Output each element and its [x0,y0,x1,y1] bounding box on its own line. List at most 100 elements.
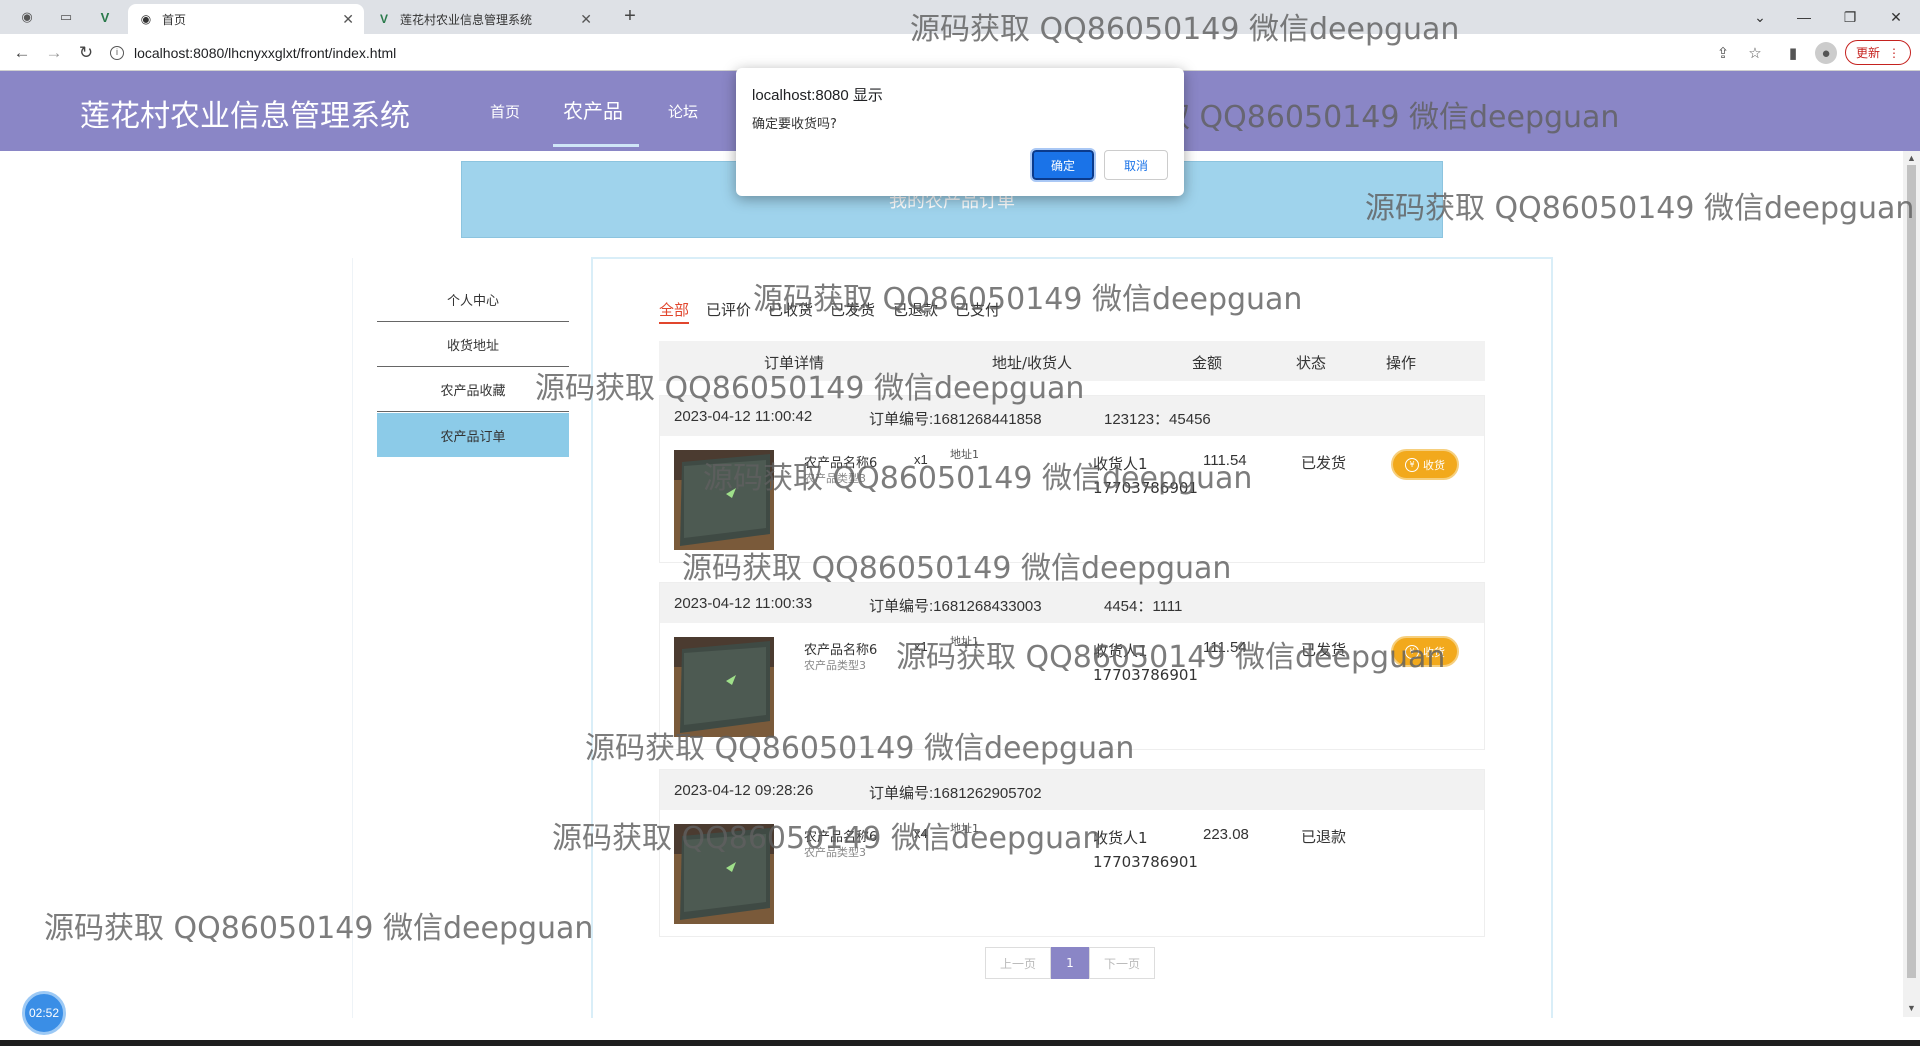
table-header: 订单详情 地址/收货人 金额 状态 操作 [659,341,1485,381]
confirm-button[interactable]: 确定 [1030,148,1096,182]
order-time: 2023-04-12 09:28:26 [674,782,814,799]
order-time: 2023-04-12 11:00:33 [674,595,813,612]
browser-tab-bar: ◉ ▭ V ◉ 首页 ✕ V 莲花村农业信息管理系统 ✕ + ⌄ — ❐ ✕ [0,0,1920,34]
sidebar-icon[interactable]: ▮ [1782,42,1804,64]
receiver-name: 收货人1 [1093,455,1148,473]
receiver-phone: 17703786901 [1093,853,1198,871]
order-address: 地址1 [950,822,979,835]
profile-icon[interactable]: ● [1815,42,1837,64]
orders-panel: 全部 已评价 已收货 已发货 已退款 已支付 订单详情 地址/收货人 金额 状态… [591,257,1553,1018]
sidebar-item-profile[interactable]: 个人中心 [377,278,569,322]
filter-tab-shipped[interactable]: 已发货 [830,299,875,320]
close-icon[interactable]: ✕ [342,11,354,28]
next-page-button[interactable]: 下一页 [1089,947,1155,979]
vue-icon: V [379,12,388,26]
nav-home[interactable]: 首页 [490,101,520,122]
taskbar-strip [0,1040,1920,1046]
order-extra: 123123：45456 [1104,411,1211,428]
order-amount: 223.08 [1203,826,1249,843]
order-extra: 4454：1111 [1104,598,1183,615]
cancel-button[interactable]: 取消 [1104,150,1168,180]
pinned-tab-icon[interactable]: ▭ [53,6,79,28]
filter-tab-all[interactable]: 全部 [659,299,690,324]
star-icon[interactable]: ☆ [1744,42,1766,64]
th-order-detail: 订单详情 [764,354,825,372]
scroll-up-icon[interactable]: ▲ [1907,153,1916,163]
order-head: 2023-04-12 11:00:42 订单编号:1681268441858 1… [660,396,1484,436]
product-name: 农产品名称6 [804,830,878,845]
product-qty: x1 [914,639,928,654]
update-button[interactable]: 更新 ⋮ [1845,40,1911,65]
sidebar-item-favorites[interactable]: 农产品收藏 [377,368,569,412]
yen-icon: ¥ [1405,644,1419,659]
pagination: 上一页 1 下一页 [985,947,1155,979]
order-number: 订单编号:1681262905702 [869,785,1042,802]
update-label: 更新 [1855,46,1880,60]
product-image[interactable] [674,637,774,737]
tab-search-icon[interactable]: ⌄ [1740,4,1780,30]
order-amount: 111.54 [1203,452,1247,469]
confirm-dialog: localhost:8080 显示 确定要收货吗? 确定 取消 [736,68,1184,196]
order-address: 地址1 [950,448,979,461]
order-status: 已发货 [1301,454,1347,472]
product-type: 农产品类型3 [804,659,866,672]
product-type: 农产品类型3 [804,472,866,485]
forward-icon[interactable]: → [42,41,66,65]
pinned-tab-icon[interactable]: ◉ [14,6,40,28]
sidebar-menu: 个人中心 收货地址 农产品收藏 农产品订单 [352,258,590,1018]
receive-button[interactable]: ¥ 收货 [1391,449,1459,480]
close-icon[interactable]: ✕ [580,11,592,28]
tab-home[interactable]: ◉ 首页 ✕ [128,4,364,34]
tab-system[interactable]: V 莲花村农业信息管理系统 ✕ [366,4,602,34]
watermark: 源码获取 QQ86050149 微信deepguan [1365,191,1915,226]
order-address: 地址1 [950,635,979,648]
recording-timer: 02:52 [22,991,66,1035]
receiver-phone: 17703786901 [1093,479,1198,497]
nav-products[interactable]: 农产品 [563,95,623,124]
receive-button[interactable]: ¥ 收货 [1391,636,1459,667]
filter-tab-received[interactable]: 已收货 [768,299,813,320]
order-status: 已发货 [1301,641,1347,659]
filter-tab-reviewed[interactable]: 已评价 [706,299,751,320]
product-name: 农产品名称6 [804,456,878,471]
page-1-button[interactable]: 1 [1051,947,1089,979]
nav-active-indicator [553,144,639,147]
order-row: 2023-04-12 11:00:33 订单编号:1681268433003 4… [659,582,1485,750]
tab-title: 莲花村农业信息管理系统 [400,12,533,27]
reload-icon[interactable]: ↻ [74,41,98,65]
close-window-icon[interactable]: ✕ [1876,4,1916,30]
product-image[interactable] [674,450,774,550]
order-head: 2023-04-12 11:00:33 订单编号:1681268433003 4… [660,583,1484,623]
receiver-name: 收货人1 [1093,829,1148,847]
scroll-down-icon[interactable]: ▼ [1907,1003,1916,1013]
filter-tab-refunded[interactable]: 已退款 [893,299,938,320]
new-tab-button[interactable]: + [618,6,642,28]
nav-forum[interactable]: 论坛 [668,101,698,122]
scrollbar-thumb[interactable] [1907,165,1916,978]
receiver-info: 收货人1 17703786901 [1093,826,1198,874]
restore-icon[interactable]: ❐ [1830,4,1870,30]
vue-tab-icon[interactable]: V [92,6,118,28]
url-field[interactable]: i localhost:8080/lhcnyxxglxt/front/index… [110,39,1710,66]
share-icon[interactable]: ⇪ [1712,42,1734,64]
receiver-phone: 17703786901 [1093,666,1198,684]
tab-title: 首页 [162,12,187,27]
back-icon[interactable]: ← [10,41,34,65]
product-image[interactable] [674,824,774,924]
info-icon[interactable]: i [110,45,124,60]
order-row: 2023-04-12 09:28:26 订单编号:1681262905702 农… [659,769,1485,937]
filter-tab-paid[interactable]: 已支付 [955,299,1000,320]
site-title: 莲花村农业信息管理系统 [80,99,410,134]
sidebar-item-address[interactable]: 收货地址 [377,323,569,367]
receiver-name: 收货人1 [1093,642,1148,660]
product-type: 农产品类型3 [804,846,866,859]
sidebar-item-orders[interactable]: 农产品订单 [377,413,569,457]
receiver-info: 收货人1 17703786901 [1093,452,1198,500]
order-number: 订单编号:1681268441858 [869,411,1042,428]
order-row: 2023-04-12 11:00:42 订单编号:1681268441858 1… [659,395,1485,563]
order-head: 2023-04-12 09:28:26 订单编号:1681262905702 [660,770,1484,810]
receive-label: 收货 [1423,645,1445,659]
prev-page-button[interactable]: 上一页 [985,947,1051,979]
page-scrollbar[interactable]: ▲ ▼ [1903,151,1920,1017]
minimize-icon[interactable]: — [1784,4,1824,30]
